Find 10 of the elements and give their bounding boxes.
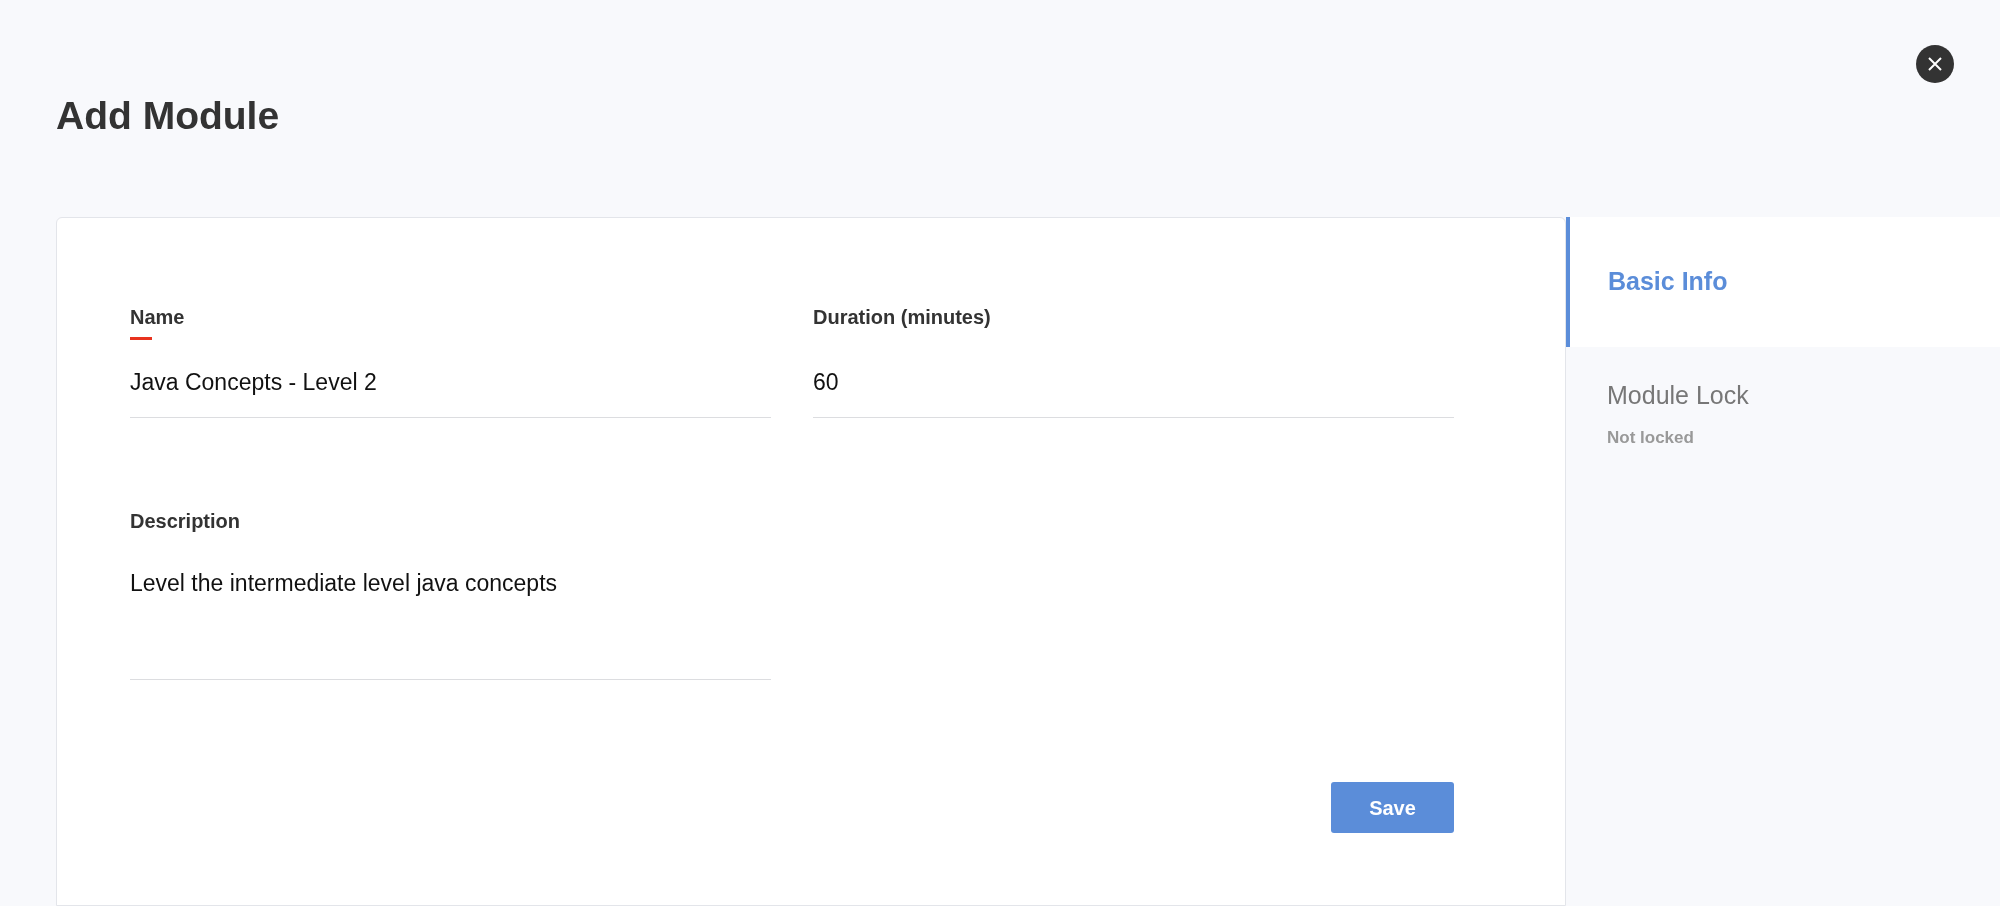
input-field[interactable]: 60 bbox=[813, 362, 1454, 418]
close-icon bbox=[1927, 56, 1943, 72]
close-button[interactable] bbox=[1916, 45, 1954, 83]
tab-subtitle: Not locked bbox=[1607, 426, 1694, 449]
page-title: Add Module bbox=[56, 94, 280, 138]
field-label: Description bbox=[130, 509, 241, 534]
sidebar-tab[interactable]: Module Lock Not locked bbox=[1566, 347, 2000, 447]
description-field[interactable]: Level the intermediate level java concepts bbox=[130, 568, 771, 680]
input-field[interactable]: Java Concepts - Level 2 bbox=[130, 362, 771, 418]
field-label: Duration (minutes) bbox=[813, 305, 991, 330]
